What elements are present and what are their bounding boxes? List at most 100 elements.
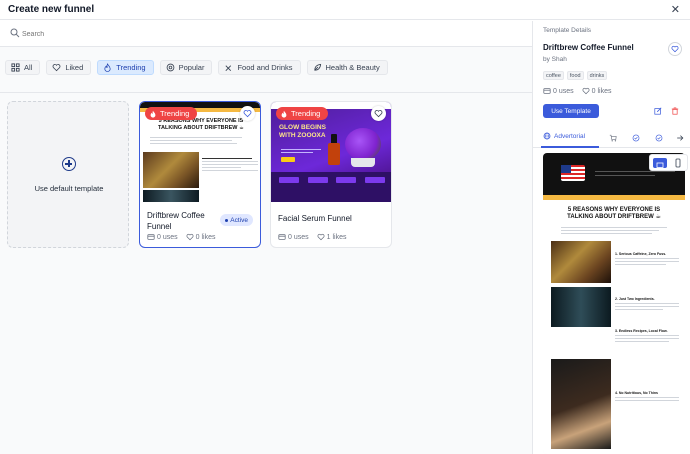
cart-icon[interactable] [609, 134, 617, 142]
filter-liked[interactable]: Liked [46, 60, 92, 75]
tab-advertorial[interactable]: Advertorial [543, 132, 585, 140]
template-name: Driftbrew Coffee Funnel [543, 43, 634, 52]
preview-section-title: 2. Just Two Ingredients. [615, 297, 655, 301]
thumb-second-image [143, 190, 199, 202]
preview-section-title: 3. Endless Recipes, Local Flow. [615, 329, 668, 333]
card-stats: 0 uses 0 likes [147, 233, 215, 241]
uses-stat: 0 uses [278, 233, 309, 241]
globe-icon [543, 132, 551, 140]
use-template-button[interactable]: Use Template [543, 104, 599, 118]
trending-badge: Trending [276, 107, 329, 120]
mobile-icon[interactable] [673, 158, 683, 168]
filter-food-and-drinks[interactable]: Food and Drinks [218, 60, 301, 75]
filter-label: Health & Beauty [325, 63, 380, 72]
template-card-coffee[interactable]: 5 REASONS WHY EVERYONE IS TALKING ABOUT … [139, 101, 261, 248]
status-label: Active [230, 216, 248, 224]
status-badge: Active [220, 214, 253, 226]
preview-latte-image [551, 359, 611, 449]
card-stats: 0 uses 1 likes [278, 233, 346, 241]
template-gallery: All Liked Trending Popular Food and Drin… [0, 21, 532, 454]
edit-icon[interactable] [654, 107, 662, 115]
default-template-card[interactable]: Use default template [7, 101, 129, 248]
uses-count: 0 uses [157, 233, 178, 241]
heart-icon [582, 87, 590, 95]
filter-label: All [24, 63, 33, 72]
fire-icon [281, 110, 287, 118]
likes-stat: 0 likes [186, 233, 215, 241]
preview-section-4: 4. No Nutritious, No Thins [615, 391, 679, 403]
likes-stat: 0 likes [582, 87, 612, 95]
thumb-features [271, 172, 391, 202]
filter-all[interactable]: All [5, 60, 41, 75]
search-bar [0, 21, 532, 47]
arrow-right-icon[interactable] [676, 134, 684, 142]
divider [0, 92, 532, 93]
preview-espresso-image [551, 287, 611, 327]
trending-badge: Trending [145, 107, 198, 120]
template-preview: 5 REASONS WHY EVERYONE IS TALKING ABOUT … [543, 153, 685, 454]
filter-label: Liked [65, 63, 84, 72]
device-toggle [649, 154, 688, 171]
tag: coffee [543, 71, 564, 80]
check-circle-icon[interactable] [655, 134, 663, 142]
filter-popular[interactable]: Popular [159, 60, 213, 75]
uses-stat: 0 uses [543, 87, 574, 95]
preview-page: 5 REASONS WHY EVERYONE IS TALKING ABOUT … [543, 153, 685, 454]
like-button[interactable] [240, 106, 255, 121]
filter-trending[interactable]: Trending [97, 60, 154, 75]
check-circle-icon[interactable] [632, 134, 640, 142]
modal-header: Create new funnel ✕ [0, 0, 690, 20]
thumb-headline: GLOW BEGINS WITH ZOOOXA [279, 124, 326, 139]
heart-icon [243, 110, 252, 118]
close-icon[interactable]: ✕ [671, 3, 680, 16]
preview-headline: 5 REASONS WHY EVERYONE IS TALKING ABOUT … [567, 207, 661, 220]
thumb-text-lines [281, 147, 321, 155]
template-author: by Shah [543, 56, 567, 63]
template-icon [278, 234, 286, 240]
card-title: Driftbrew Coffee Funnel [147, 211, 205, 231]
filter-health-beauty[interactable]: Health & Beauty [306, 60, 388, 75]
thumb-bottle [328, 143, 340, 165]
tag: drinks [586, 71, 608, 80]
preview-tabs: Advertorial [533, 128, 690, 148]
monitor-icon [656, 162, 664, 169]
default-template-label: Use default template [34, 184, 104, 193]
heart-icon [317, 233, 325, 241]
trending-label: Trending [160, 109, 190, 118]
preview-intro [561, 225, 667, 236]
thumb-coffee-image [143, 152, 199, 188]
search-icon [10, 28, 20, 38]
like-button[interactable] [668, 42, 682, 56]
heart-icon [671, 45, 679, 53]
utensils-icon [225, 65, 232, 71]
heart-icon [52, 64, 61, 72]
thumb-flower [345, 128, 381, 160]
likes-count: 0 likes [591, 87, 612, 95]
filter-label: Food and Drinks [237, 63, 293, 72]
fire-icon [104, 63, 111, 72]
like-button[interactable] [371, 106, 386, 121]
thumb-cta [281, 157, 295, 162]
desktop-view-button[interactable] [653, 158, 667, 169]
flag-icon [561, 165, 585, 181]
tag: food [566, 71, 584, 80]
filter-bar: All Liked Trending Popular Food and Drin… [5, 60, 388, 76]
filter-label: Popular [178, 63, 205, 72]
template-card-serum[interactable]: GLOW BEGINS WITH ZOOOXA Trending Facial … [270, 101, 392, 248]
preview-section-title: 4. No Nutritious, No Thins [615, 391, 658, 395]
preview-section-2: 2. Just Two Ingredients. [615, 297, 679, 312]
uses-count: 0 uses [553, 87, 574, 95]
trash-icon[interactable] [671, 107, 679, 115]
grid-icon [11, 63, 20, 72]
trending-label: Trending [291, 109, 321, 118]
heart-icon [186, 233, 194, 241]
search-input[interactable] [22, 26, 322, 42]
modal-title: Create new funnel [8, 4, 95, 15]
template-icon [147, 234, 155, 240]
uses-count: 0 uses [288, 233, 309, 241]
preview-section-title: 1. Serious Caffeine, Zero Fuss. [615, 252, 667, 256]
thumb-pot [351, 158, 375, 167]
heart-icon [374, 110, 383, 118]
preview-accent-bar [543, 195, 685, 200]
leaf-icon [313, 63, 321, 71]
